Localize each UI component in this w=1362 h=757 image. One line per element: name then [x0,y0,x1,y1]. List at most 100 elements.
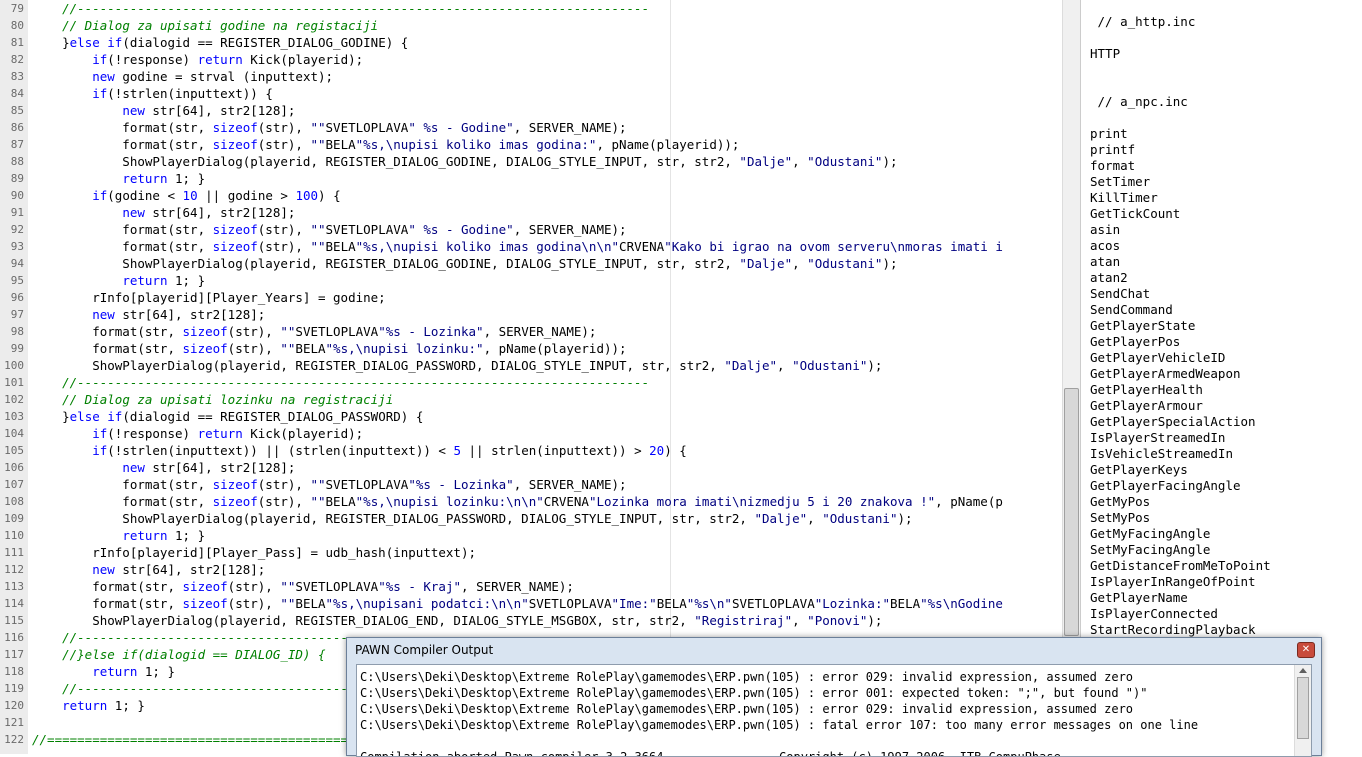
line-number: 117 [4,648,24,661]
code-line[interactable]: ShowPlayerDialog(playerid, REGISTER_DIAL… [32,357,882,374]
code-line[interactable]: rInfo[playerid][Player_Pass] = udb_hash(… [32,544,476,561]
dialog-title: PAWN Compiler Output [355,643,494,657]
line-number: 114 [4,597,24,610]
function-list-item: SetTimer [1090,174,1151,189]
code-line[interactable]: ShowPlayerDialog(playerid, REGISTER_DIAL… [32,612,882,629]
function-list-item: // a_npc.inc [1090,94,1188,109]
code-line[interactable]: return 1; } [32,272,205,289]
line-number: 105 [4,444,24,457]
code-line[interactable]: new str[64], str2[128]; [32,459,295,476]
compiler-output-dialog: PAWN Compiler Output ✕ C:\Users\Deki\Des… [346,637,1322,757]
code-line[interactable]: new str[64], str2[128]; [32,561,265,578]
function-list-item: SendCommand [1090,302,1173,317]
code-line[interactable]: //--------------------------------------… [32,374,649,391]
line-number: 101 [4,376,24,389]
function-list-item: GetDistanceFromMeToPoint [1090,558,1271,573]
code-line[interactable]: return 1; } [32,663,175,680]
line-number: 116 [4,631,24,644]
line-number: 81 [10,36,24,49]
function-list-item: IsPlayerStreamedIn [1090,430,1226,445]
code-line[interactable]: ShowPlayerDialog(playerid, REGISTER_DIAL… [32,255,897,272]
function-list-item: asin [1090,222,1121,237]
function-list-item: SendChat [1090,286,1151,301]
code-line[interactable]: format(str, sizeof(str), ""BELA"%s,\nupi… [32,136,739,153]
line-number: 98 [10,325,24,338]
function-list-item: GetMyPos [1090,494,1151,509]
line-number: 100 [4,359,24,372]
line-number: 113 [4,580,24,593]
line-number: 86 [10,121,24,134]
code-line[interactable]: format(str, sizeof(str), ""BELA"%s,\nupi… [32,493,1003,510]
close-button[interactable]: ✕ [1297,642,1315,658]
function-list-item: GetPlayerFacingAngle [1090,478,1241,493]
function-list-item: GetPlayerKeys [1090,462,1188,477]
code-line[interactable]: rInfo[playerid][Player_Years] = godine; [32,289,386,306]
function-list-item: IsPlayerInRangeOfPoint [1090,574,1256,589]
code-line[interactable]: if(!strlen(inputtext)) || (strlen(inputt… [32,442,687,459]
function-list-item: atan [1090,254,1121,269]
function-list-item: GetTickCount [1090,206,1181,221]
line-number: 102 [4,393,24,406]
code-line[interactable]: format(str, sizeof(str), ""SVETLOPLAVA" … [32,221,626,238]
function-list-item: printf [1090,142,1136,157]
line-number: 110 [4,529,24,542]
function-list-item: SetMyFacingAngle [1090,542,1211,557]
code-line[interactable]: if(!strlen(inputtext)) { [32,85,273,102]
code-line[interactable]: return 1; } [32,527,205,544]
code-line[interactable]: format(str, sizeof(str), ""BELA"%s,\nupi… [32,595,1003,612]
editor-scroll-thumb[interactable] [1064,388,1079,636]
function-list-item: GetPlayerVehicleID [1090,350,1226,365]
code-line[interactable]: if(godine < 10 || godine > 100) { [32,187,340,204]
function-list-item: // a_http.inc [1090,14,1196,29]
line-number: 108 [4,495,24,508]
line-number: 82 [10,53,24,66]
code-line[interactable]: //}else if(dialogid == DIALOG_ID) { [32,646,325,663]
line-number: 109 [4,512,24,525]
code-line[interactable]: new str[64], str2[128]; [32,204,295,221]
code-line[interactable]: if(!response) return Kick(playerid); [32,425,363,442]
function-list-item: acos [1090,238,1121,253]
code-line[interactable]: new godine = strval (inputtext); [32,68,333,85]
code-line[interactable]: new str[64], str2[128]; [32,306,265,323]
code-line[interactable]: format(str, sizeof(str), ""BELA"%s,\nupi… [32,340,626,357]
compiler-output-line: C:\Users\Deki\Desktop\Extreme RolePlay\g… [360,686,1148,700]
code-line[interactable]: new str[64], str2[128]; [32,102,295,119]
code-line[interactable]: //--------------------------------------… [32,0,649,17]
line-number-gutter: 79 80 81 82 83 84 85 86 87 88 89 90 91 92 93 94 95 96 97 98… [0,0,29,754]
code-line[interactable]: // Dialog za upisati godine na registaci… [32,17,378,34]
code-line[interactable]: format(str, sizeof(str), ""BELA"%s,\nupi… [32,238,1003,255]
code-line[interactable]: format(str, sizeof(str), ""SVETLOPLAVA"%… [32,476,626,493]
line-number: 106 [4,461,24,474]
output-scrollbar[interactable] [1294,665,1311,756]
compiler-output-text[interactable]: C:\Users\Deki\Desktop\Extreme RolePlay\g… [356,664,1312,757]
compiler-output-line: C:\Users\Deki\Desktop\Extreme RolePlay\g… [360,702,1134,716]
code-line[interactable]: format(str, sizeof(str), ""SVETLOPLAVA"%… [32,323,596,340]
line-number: 83 [10,70,24,83]
function-list-item: GetPlayerArmour [1090,398,1203,413]
line-number: 107 [4,478,24,491]
function-list-item: SetMyPos [1090,510,1151,525]
code-line[interactable]: // Dialog za upisati lozinku na registra… [32,391,393,408]
code-line[interactable]: ShowPlayerDialog(playerid, REGISTER_DIAL… [32,510,912,527]
line-number: 111 [4,546,24,559]
line-number: 79 [10,2,24,15]
code-line[interactable]: format(str, sizeof(str), ""SVETLOPLAVA"%… [32,578,574,595]
code-line[interactable]: return 1; } [32,697,145,714]
function-list-item: IsVehicleStreamedIn [1090,446,1233,461]
function-list-item: GetPlayerState [1090,318,1196,333]
line-number: 93 [10,240,24,253]
scroll-up-icon[interactable] [1299,668,1307,673]
function-list-item: GetPlayerArmedWeapon [1090,366,1241,381]
line-number: 85 [10,104,24,117]
output-scroll-thumb[interactable] [1297,677,1309,739]
code-line[interactable]: return 1; } [32,170,205,187]
line-number: 115 [4,614,24,627]
line-number: 120 [4,699,24,712]
code-line[interactable]: }else if(dialogid == REGISTER_DIALOG_GOD… [32,34,408,51]
code-line[interactable]: if(!response) return Kick(playerid); [32,51,363,68]
code-line[interactable]: format(str, sizeof(str), ""SVETLOPLAVA" … [32,119,626,136]
line-number: 99 [10,342,24,355]
line-number: 94 [10,257,24,270]
code-line[interactable]: ShowPlayerDialog(playerid, REGISTER_DIAL… [32,153,897,170]
code-line[interactable]: }else if(dialogid == REGISTER_DIALOG_PAS… [32,408,423,425]
